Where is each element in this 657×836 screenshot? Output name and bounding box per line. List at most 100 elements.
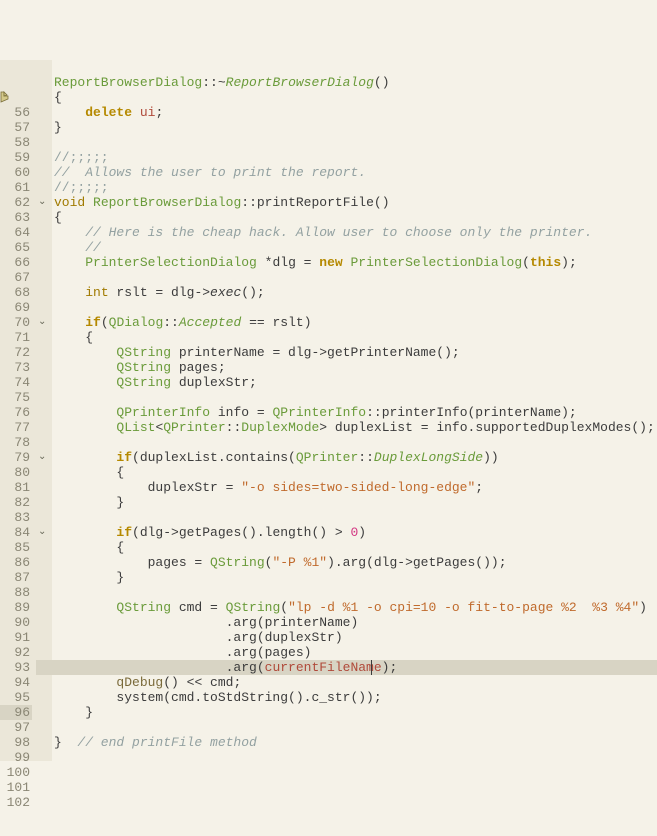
line-number[interactable]: 79 bbox=[0, 450, 32, 465]
breakpoint-hand-icon[interactable] bbox=[0, 90, 12, 104]
line-number[interactable]: 84 bbox=[0, 525, 32, 540]
code-line[interactable]: } bbox=[54, 570, 124, 585]
line-number[interactable]: 85 bbox=[0, 540, 32, 555]
code-line[interactable]: } bbox=[54, 705, 93, 720]
code-line[interactable]: duplexStr = "-o sides=two-sided-long-edg… bbox=[54, 480, 483, 495]
line-number[interactable]: 74 bbox=[0, 375, 32, 390]
code-token: if bbox=[85, 315, 101, 330]
code-line[interactable]: { bbox=[54, 540, 124, 555]
line-number[interactable]: 73 bbox=[0, 360, 32, 375]
line-number[interactable]: 80 bbox=[0, 465, 32, 480]
line-number[interactable]: 61 bbox=[0, 180, 32, 195]
line-number[interactable]: 82 bbox=[0, 495, 32, 510]
line-number[interactable]: 57 bbox=[0, 120, 32, 135]
line-number[interactable]: 102 bbox=[0, 795, 32, 810]
code-token: ) bbox=[358, 525, 366, 540]
line-number[interactable]: 91 bbox=[0, 630, 32, 645]
line-number[interactable]: 60 bbox=[0, 165, 32, 180]
code-token: QPrinterInfo bbox=[272, 405, 366, 420]
line-number[interactable]: 86 bbox=[0, 555, 32, 570]
line-number[interactable]: 70 bbox=[0, 315, 32, 330]
code-line[interactable]: .arg(pages) bbox=[54, 645, 311, 660]
code-line[interactable]: } bbox=[54, 495, 124, 510]
code-line[interactable]: } // end printFile method bbox=[54, 735, 257, 750]
code-line[interactable]: // Here is the cheap hack. Allow user to… bbox=[54, 225, 592, 240]
line-number[interactable]: 101 bbox=[0, 780, 32, 795]
code-line[interactable]: //;;;;; bbox=[54, 150, 109, 165]
code-line[interactable]: ReportBrowserDialog::~ReportBrowserDialo… bbox=[54, 75, 390, 90]
line-number[interactable]: 88 bbox=[0, 585, 32, 600]
line-number[interactable]: 56 bbox=[0, 105, 32, 120]
code-line[interactable]: qDebug() << cmd; bbox=[54, 675, 241, 690]
line-number[interactable]: 95 bbox=[0, 690, 32, 705]
fold-chevron-icon[interactable]: ⌄ bbox=[38, 315, 46, 330]
code-line[interactable]: QPrinterInfo info = QPrinterInfo::printe… bbox=[54, 405, 577, 420]
code-line[interactable]: void ReportBrowserDialog::printReportFil… bbox=[54, 195, 390, 210]
code-token bbox=[132, 105, 140, 120]
code-line[interactable]: delete ui; bbox=[54, 105, 163, 120]
line-number[interactable]: 83 bbox=[0, 510, 32, 525]
fold-column[interactable]: ⌄ ⌄ ⌄ ⌄ bbox=[36, 60, 52, 761]
line-number[interactable]: 94 bbox=[0, 675, 32, 690]
line-number[interactable]: 81 bbox=[0, 480, 32, 495]
code-line[interactable]: PrinterSelectionDialog *dlg = new Printe… bbox=[54, 255, 577, 270]
line-number[interactable]: 92 bbox=[0, 645, 32, 660]
fold-chevron-icon[interactable]: ⌄ bbox=[38, 450, 46, 465]
code-line[interactable]: .arg(duplexStr) bbox=[54, 630, 343, 645]
line-number[interactable]: 93 bbox=[0, 660, 32, 675]
fold-chevron-icon[interactable]: ⌄ bbox=[38, 525, 46, 540]
line-number[interactable]: 98 bbox=[0, 735, 32, 750]
code-line[interactable]: QString duplexStr; bbox=[54, 375, 257, 390]
code-line[interactable]: { bbox=[54, 465, 124, 480]
line-number-gutter[interactable]: 5657585960616263646566676869707172737475… bbox=[0, 60, 36, 761]
line-number[interactable]: 72 bbox=[0, 345, 32, 360]
line-number[interactable]: 71 bbox=[0, 330, 32, 345]
code-line[interactable]: system(cmd.toStdString().c_str()); bbox=[54, 690, 382, 705]
code-line[interactable]: { bbox=[54, 90, 62, 105]
line-number[interactable]: 89 bbox=[0, 600, 32, 615]
line-number[interactable]: 63 bbox=[0, 210, 32, 225]
code-editor[interactable]: 5657585960616263646566676869707172737475… bbox=[0, 60, 657, 761]
code-line[interactable]: { bbox=[54, 330, 93, 345]
line-number[interactable]: 64 bbox=[0, 225, 32, 240]
line-number[interactable]: 66 bbox=[0, 255, 32, 270]
code-area[interactable]: ReportBrowserDialog::~ReportBrowserDialo… bbox=[52, 60, 657, 761]
code-line[interactable]: pages = QString("-P %1").arg(dlg->getPag… bbox=[54, 555, 507, 570]
code-line[interactable]: } bbox=[54, 120, 62, 135]
code-line[interactable]: if(duplexList.contains(QPrinter::DuplexL… bbox=[54, 450, 499, 465]
code-line[interactable]: if(QDialog::Accepted == rslt) bbox=[54, 315, 312, 330]
code-line[interactable]: .arg(currentFileName); bbox=[54, 660, 397, 675]
line-number[interactable]: 58 bbox=[0, 135, 32, 150]
code-line[interactable]: if(dlg->getPages().length() > 0) bbox=[54, 525, 366, 540]
line-number[interactable]: 62 bbox=[0, 195, 32, 210]
line-number[interactable]: 78 bbox=[0, 435, 32, 450]
line-number[interactable]: 69 bbox=[0, 300, 32, 315]
code-line[interactable]: int rslt = dlg->exec(); bbox=[54, 285, 265, 300]
code-line[interactable]: .arg(printerName) bbox=[54, 615, 358, 630]
code-line[interactable]: // bbox=[54, 240, 101, 255]
code-token: QList bbox=[116, 420, 155, 435]
code-line[interactable]: QString cmd = QString("lp -d %1 -o cpi=1… bbox=[54, 600, 647, 615]
line-number[interactable]: 100 bbox=[0, 765, 32, 780]
line-number[interactable]: 97 bbox=[0, 720, 32, 735]
code-token: qDebug bbox=[116, 675, 163, 690]
code-line[interactable]: //;;;;; bbox=[54, 180, 109, 195]
line-number[interactable]: 75 bbox=[0, 390, 32, 405]
fold-chevron-icon[interactable]: ⌄ bbox=[38, 195, 46, 210]
code-line[interactable]: { bbox=[54, 210, 62, 225]
code-line[interactable]: // Allows the user to print the report. bbox=[54, 165, 366, 180]
code-line[interactable]: QString printerName = dlg->getPrinterNam… bbox=[54, 345, 460, 360]
line-number[interactable]: 59 bbox=[0, 150, 32, 165]
code-line[interactable]: QString pages; bbox=[54, 360, 226, 375]
line-number[interactable]: 90 bbox=[0, 615, 32, 630]
line-number[interactable]: 76 bbox=[0, 405, 32, 420]
line-number[interactable]: 99 bbox=[0, 750, 32, 765]
line-number[interactable]: 67 bbox=[0, 270, 32, 285]
line-number[interactable]: 68 bbox=[0, 285, 32, 300]
code-line[interactable]: QList<QPrinter::DuplexMode> duplexList =… bbox=[54, 420, 655, 435]
line-number[interactable]: 87 bbox=[0, 570, 32, 585]
line-number[interactable]: 65 bbox=[0, 240, 32, 255]
line-number[interactable]: 96 bbox=[0, 705, 32, 720]
code-token: exec bbox=[210, 285, 241, 300]
line-number[interactable]: 77 bbox=[0, 420, 32, 435]
